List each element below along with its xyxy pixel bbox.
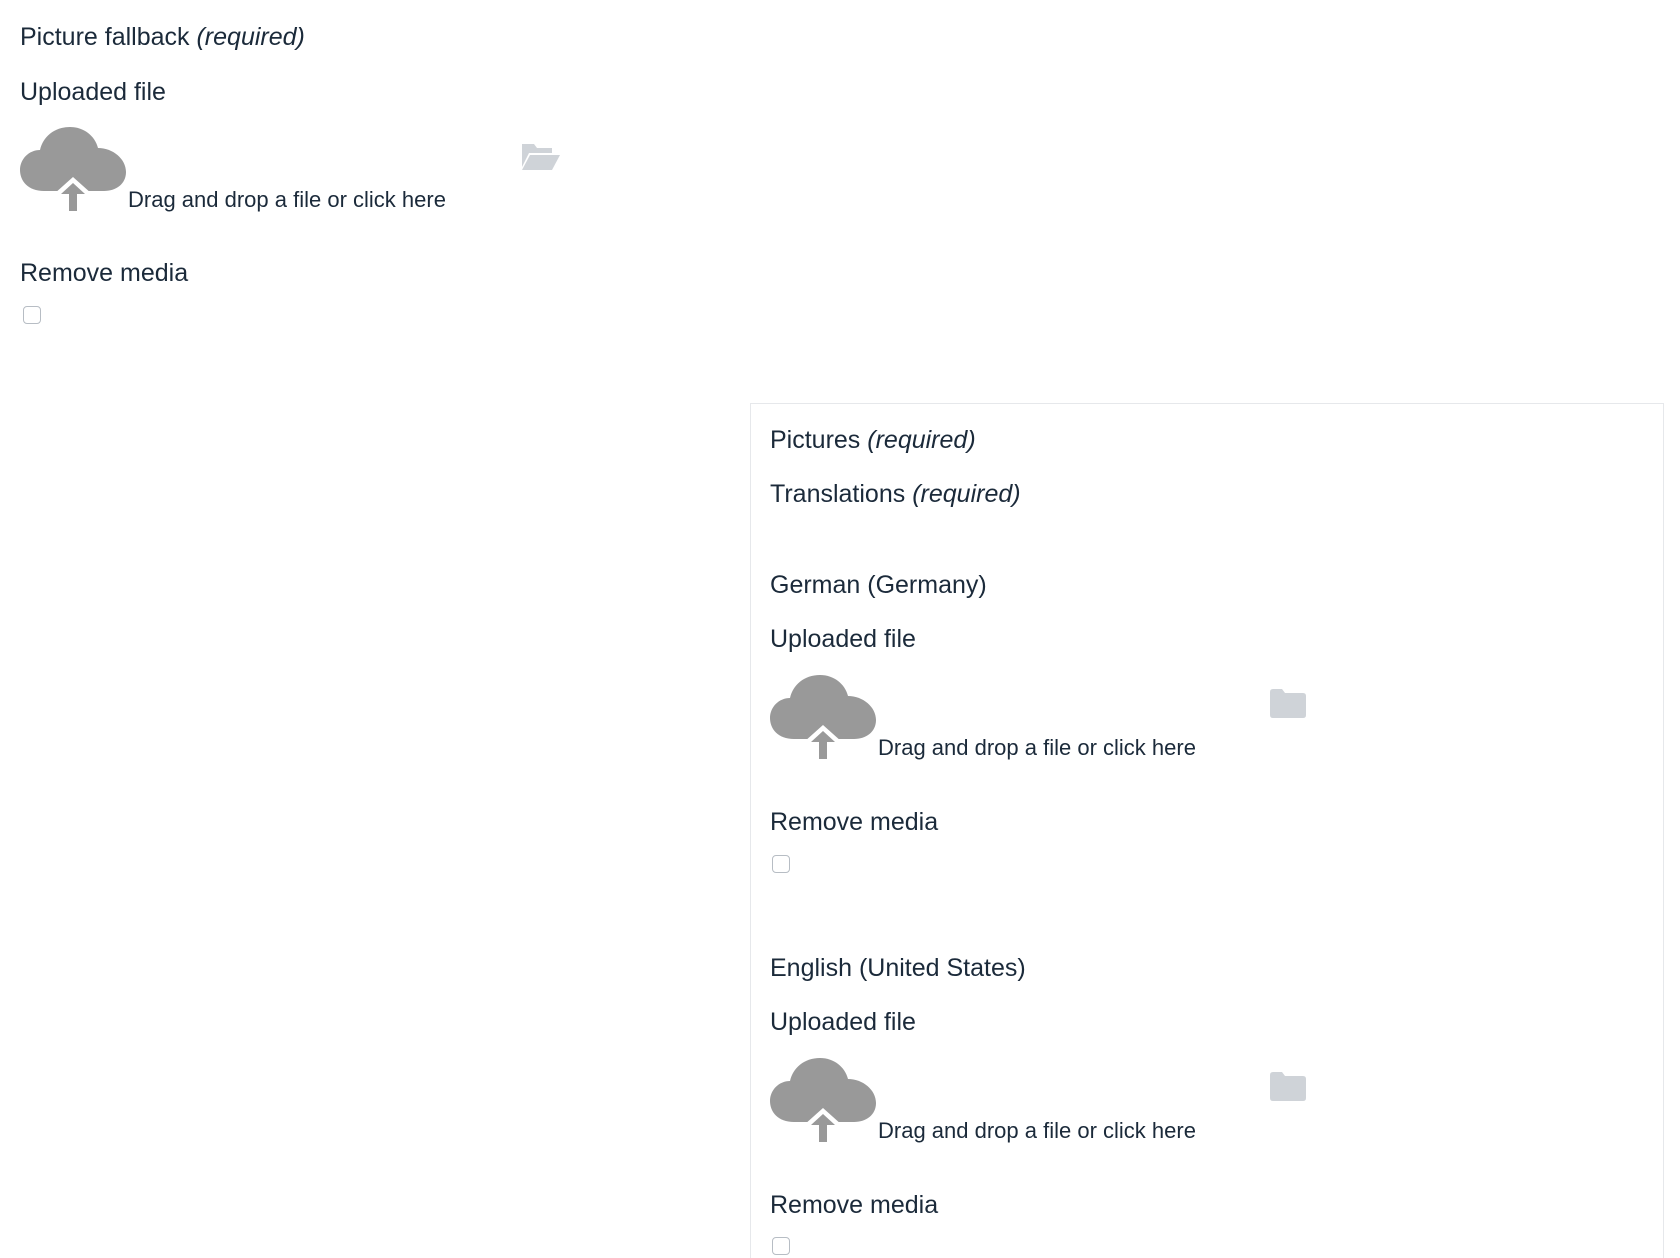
fallback-dropzone[interactable]: Drag and drop a file or click here [20,127,560,217]
en-remove-media-label: Remove media [770,1191,939,1219]
translations-title: Translations [770,480,906,508]
folder-open-icon[interactable] [520,140,560,172]
pictures-required-marker: (required) [867,426,976,454]
translations-heading: Translations (required) [770,479,1021,509]
pictures-heading: Pictures (required) [770,425,976,455]
fallback-remove-media-checkbox[interactable] [23,306,41,324]
media-form: Picture fallback (required) Uploaded fil… [0,0,1680,1258]
fallback-required-marker: (required) [196,23,305,51]
translations-required-marker: (required) [912,480,1021,508]
locale-name-de: German (Germany) [770,571,987,599]
fallback-dropzone-text: Drag and drop a file or click here [128,187,446,212]
folder-icon[interactable] [1270,688,1306,718]
en-remove-media-checkbox[interactable] [772,1237,790,1255]
pictures-title: Pictures [770,426,861,454]
cloud-upload-icon [770,1058,876,1142]
en-dropzone[interactable]: Drag and drop a file or click here [770,1058,1310,1148]
folder-icon[interactable] [1270,1071,1306,1101]
cloud-upload-icon [20,127,126,211]
fallback-heading: Picture fallback (required) [20,22,305,52]
de-dropzone-text: Drag and drop a file or click here [878,735,1196,760]
de-dropzone[interactable]: Drag and drop a file or click here [770,675,1310,765]
de-remove-media-label: Remove media [770,808,939,836]
fallback-title: Picture fallback [20,23,190,51]
locale-name-en: English (United States) [770,954,1026,982]
de-remove-media-checkbox[interactable] [772,855,790,873]
fallback-uploaded-file-label: Uploaded file [20,78,166,106]
en-dropzone-text: Drag and drop a file or click here [878,1118,1196,1143]
de-uploaded-file-label: Uploaded file [770,625,916,653]
fallback-remove-media-label: Remove media [20,259,189,287]
cloud-upload-icon [770,675,876,759]
en-uploaded-file-label: Uploaded file [770,1008,916,1036]
